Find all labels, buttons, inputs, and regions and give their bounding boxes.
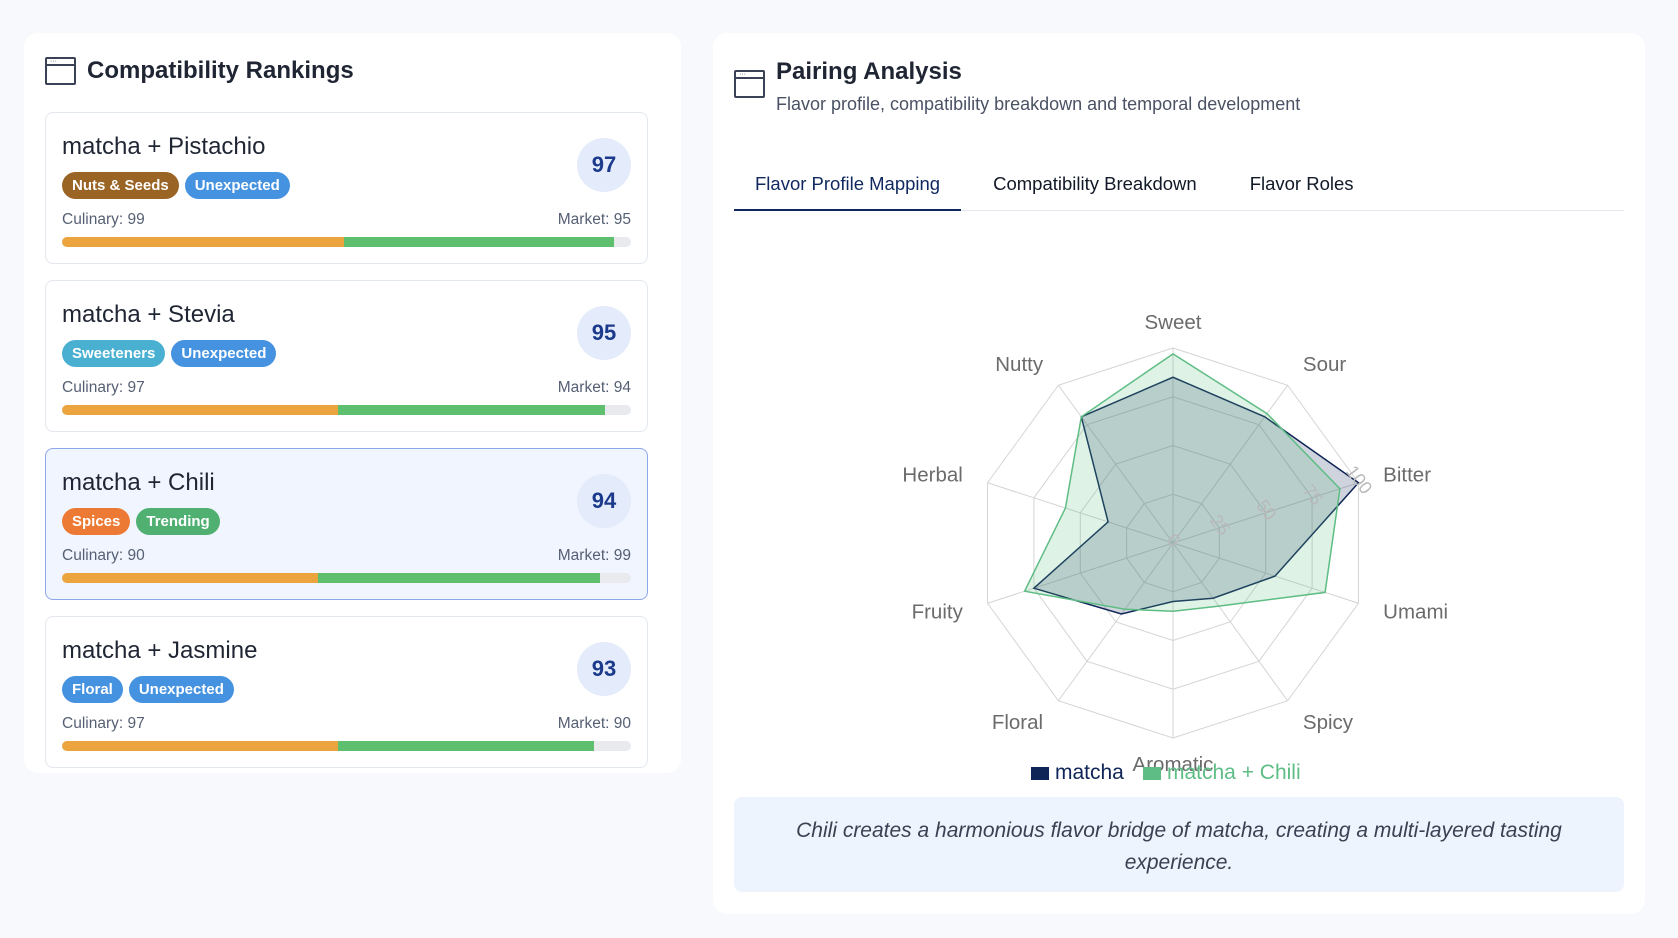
- pairing-note: Chili creates a harmonious flavor bridge…: [734, 797, 1624, 892]
- legend-label: matcha: [1055, 761, 1124, 784]
- category-tag: Sweeteners: [62, 340, 166, 367]
- axis-label: Fruity: [912, 600, 964, 623]
- rankings-list: matcha + Pistachio Nuts & Seeds Unexpected…: [45, 112, 648, 773]
- culinary-score: Culinary: 90: [62, 547, 145, 564]
- tab-flavor-roles[interactable]: Flavor Roles: [1229, 158, 1375, 211]
- axis-label: Sweet: [1145, 311, 1202, 334]
- culinary-bar-segment: [62, 237, 344, 247]
- score-bar: [62, 237, 631, 247]
- tab-flavor-profile-mapping[interactable]: Flavor Profile Mapping: [734, 158, 962, 211]
- rankings-header: ··· Compatibility Rankings: [45, 57, 354, 85]
- axis-label: Bitter: [1383, 464, 1431, 487]
- market-score: Market: 94: [557, 379, 631, 396]
- score-bar: [62, 405, 631, 415]
- market-bar-segment: [343, 237, 614, 247]
- category-tag: Floral: [62, 676, 123, 703]
- window-icon: ···: [45, 57, 76, 85]
- culinary-bar-segment: [62, 741, 338, 751]
- score-badge: 95: [577, 306, 631, 360]
- category-tag: Unexpected: [128, 676, 234, 703]
- tag-list: Sweeteners Unexpected: [62, 340, 277, 367]
- category-tag: Unexpected: [184, 172, 290, 199]
- score-labels: Culinary: 97 Market: 94: [62, 379, 631, 397]
- market-score: Market: 99: [557, 547, 631, 564]
- pairing-title: matcha + Jasmine: [62, 637, 258, 664]
- analysis-title: Pairing Analysis: [776, 58, 962, 85]
- axis-label: Herbal: [902, 464, 962, 487]
- axis-label: Nutty: [995, 353, 1044, 376]
- culinary-score: Culinary: 97: [62, 715, 145, 732]
- category-tag: Trending: [136, 508, 220, 535]
- analysis-panel: ··· Pairing Analysis Flavor profile, com…: [713, 33, 1645, 914]
- score-badge: 94: [577, 474, 631, 528]
- score-labels: Culinary: 99 Market: 95: [62, 211, 631, 229]
- culinary-score: Culinary: 97: [62, 379, 145, 396]
- category-tag: Nuts & Seeds: [62, 172, 179, 199]
- market-score: Market: 90: [557, 715, 631, 732]
- culinary-bar-segment: [62, 405, 338, 415]
- score-labels: Culinary: 97 Market: 90: [62, 715, 631, 733]
- ranking-card[interactable]: matcha + Pistachio Nuts & Seeds Unexpected…: [45, 112, 648, 264]
- rankings-panel: ··· Compatibility Rankings matcha + Pist…: [24, 33, 681, 773]
- analysis-subtitle: Flavor profile, compatibility breakdown …: [776, 94, 1301, 114]
- legend-swatch: [1031, 767, 1049, 780]
- pairing-title: matcha + Pistachio: [62, 133, 266, 160]
- market-bar-segment: [337, 741, 594, 751]
- analysis-header: ··· Pairing Analysis Flavor profile, com…: [734, 58, 1300, 115]
- score-bar: [62, 573, 631, 583]
- axis-label: Umami: [1383, 600, 1448, 623]
- tag-list: Spices Trending: [62, 508, 220, 535]
- legend-swatch: [1143, 767, 1161, 780]
- rankings-title: Compatibility Rankings: [87, 57, 354, 84]
- score-labels: Culinary: 90 Market: 99: [62, 547, 631, 565]
- score-bar: [62, 741, 631, 751]
- score-badge: 97: [577, 138, 631, 192]
- tag-list: Nuts & Seeds Unexpected: [62, 172, 290, 199]
- tag-list: Floral Unexpected: [62, 676, 234, 703]
- axis-label: Floral: [992, 711, 1043, 734]
- category-tag: Unexpected: [171, 340, 277, 367]
- flavor-radar-chart: 0255075 100SweetSourBitterUmamiSpicyAroma…: [902, 311, 1448, 784]
- ranking-card[interactable]: matcha + Chili Spices Trending 94 Culinary: …: [45, 448, 648, 600]
- window-icon: ···: [734, 70, 765, 98]
- analysis-tabs: Flavor Profile Mapping Compatibility Bre…: [734, 158, 1624, 211]
- axis-label: Spicy: [1303, 711, 1354, 734]
- tab-compatibility-breakdown[interactable]: Compatibility Breakdown: [972, 158, 1218, 211]
- axis-label: Sour: [1303, 353, 1346, 376]
- ranking-card[interactable]: matcha + Jasmine Floral Unexpected 93 Culina…: [45, 616, 648, 768]
- legend-label: matcha + Chili: [1167, 761, 1301, 784]
- culinary-score: Culinary: 99: [62, 211, 145, 228]
- culinary-bar-segment: [62, 573, 319, 583]
- pairing-title: matcha + Stevia: [62, 301, 235, 328]
- market-bar-segment: [318, 573, 600, 583]
- pairing-title: matcha + Chili: [62, 469, 215, 496]
- score-badge: 93: [577, 642, 631, 696]
- ranking-card[interactable]: matcha + Stevia Sweeteners Unexpected 95 Cul…: [45, 280, 648, 432]
- category-tag: Spices: [62, 508, 131, 535]
- market-bar-segment: [337, 405, 606, 415]
- market-score: Market: 95: [557, 211, 631, 228]
